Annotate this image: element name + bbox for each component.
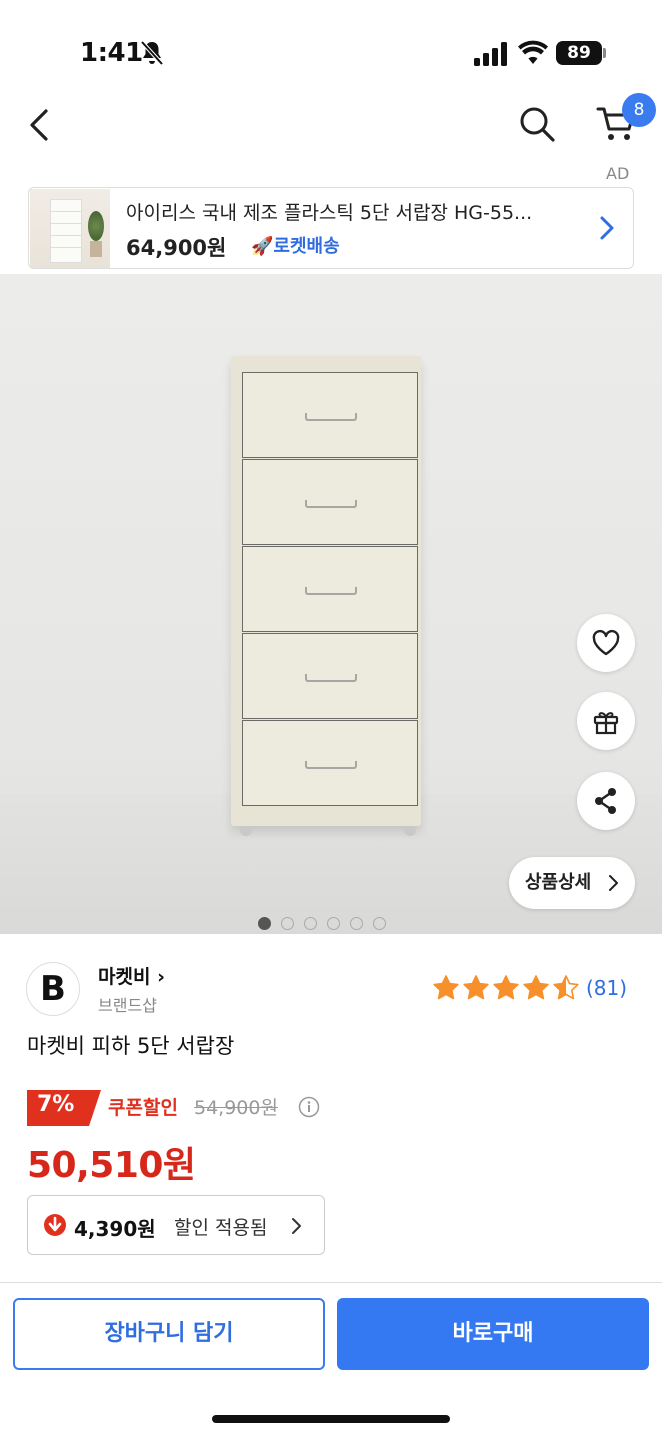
share-icon — [595, 788, 616, 814]
cell-signal-icon — [474, 42, 507, 66]
battery-indicator: 89 — [556, 41, 602, 65]
chevron-right-icon — [292, 1218, 301, 1234]
cart-count-badge: 8 — [622, 93, 656, 127]
chevron-right-icon: › — [150, 966, 165, 988]
ad-price: 64,900원 — [126, 236, 227, 260]
buy-now-button[interactable]: 바로구매 — [337, 1298, 649, 1370]
down-arrow-circle-icon — [44, 1214, 66, 1236]
brand-logo[interactable]: B — [26, 962, 80, 1016]
home-indicator — [212, 1415, 450, 1423]
chevron-right-icon — [609, 875, 618, 891]
rocket-icon: 🚀 — [251, 236, 274, 257]
rocket-delivery-badge: 🚀로켓배송 — [251, 232, 340, 258]
discount-applied-button[interactable]: 4,390원 할인 적용됨 — [27, 1195, 325, 1255]
gallery-dot[interactable] — [327, 917, 340, 930]
gallery-dot[interactable] — [373, 917, 386, 930]
original-price: 54,900원 — [194, 1097, 278, 1119]
chevron-right-icon — [600, 216, 614, 240]
wishlist-button[interactable] — [577, 614, 635, 672]
status-bar: 1:41 89 — [0, 0, 662, 100]
brand-name-link[interactable]: 마켓비 › — [98, 962, 165, 989]
product-detail-label: 상품상세 — [525, 872, 592, 893]
rocket-delivery-label: 로켓배송 — [273, 236, 340, 257]
gallery-dot[interactable] — [304, 917, 317, 930]
product-image-gallery[interactable] — [0, 274, 662, 934]
ad-banner[interactable]: 아이리스 국내 제조 플라스틱 5단 서랍장 HG-55... 64,900원 … — [28, 187, 634, 269]
ad-tag: AD — [606, 164, 630, 183]
star-icon — [463, 975, 489, 1000]
nav-bar — [0, 95, 662, 160]
brand-subtitle: 브랜드샵 — [98, 996, 157, 1015]
rating-stars[interactable] — [432, 974, 582, 1002]
ad-title: 아이리스 국내 제조 플라스틱 5단 서랍장 HG-55... — [126, 202, 533, 224]
review-count-link[interactable]: (81) — [586, 976, 627, 1000]
discount-percent: 7% — [37, 1092, 75, 1117]
product-detail-button[interactable]: 상품상세 — [509, 857, 635, 909]
gallery-dot[interactable] — [258, 917, 271, 930]
bell-off-icon — [140, 40, 164, 66]
sale-price: 50,510원 — [27, 1145, 196, 1186]
heart-icon — [592, 629, 620, 656]
star-icon — [523, 975, 549, 1000]
coupon-label: 쿠폰할인 — [108, 1097, 178, 1119]
back-arrow-icon[interactable] — [20, 103, 60, 147]
star-icon — [433, 975, 459, 1000]
saving-text: 할인 적용됨 — [174, 1217, 268, 1239]
bottom-divider — [0, 1282, 662, 1283]
product-image — [231, 356, 421, 826]
star-icon — [493, 975, 519, 1000]
status-time: 1:41 — [80, 38, 143, 68]
product-title: 마켓비 피하 5단 서랍장 — [27, 1034, 235, 1058]
add-to-cart-button[interactable]: 장바구니 담기 — [13, 1298, 325, 1370]
share-button[interactable] — [577, 772, 635, 830]
star-icon — [553, 975, 579, 1000]
gift-button[interactable] — [577, 692, 635, 750]
battery-nub — [603, 48, 606, 58]
saving-amount: 4,390원 — [74, 1217, 156, 1241]
gallery-dot[interactable] — [350, 917, 363, 930]
ad-product-thumbnail — [30, 189, 110, 268]
wifi-icon — [518, 40, 548, 64]
info-icon[interactable] — [298, 1096, 320, 1118]
brand-name: 마켓비 — [98, 966, 151, 988]
gift-icon — [593, 712, 619, 735]
discount-badge-text-wrap: 7% — [27, 1090, 101, 1126]
gallery-pagination[interactable] — [258, 915, 396, 930]
gallery-dot[interactable] — [281, 917, 294, 930]
search-icon[interactable] — [514, 101, 560, 147]
